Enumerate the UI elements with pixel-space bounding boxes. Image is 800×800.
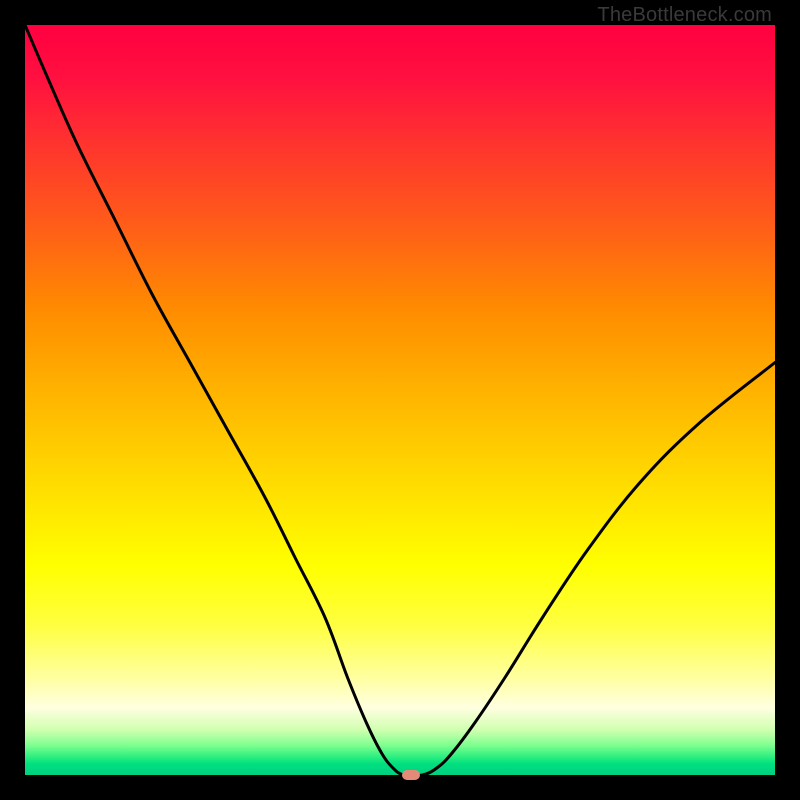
bottleneck-curve: [25, 25, 775, 775]
chart-frame: TheBottleneck.com: [0, 0, 800, 800]
watermark-text: TheBottleneck.com: [597, 4, 772, 27]
minimum-marker: [402, 770, 420, 780]
plot-area: [25, 25, 775, 775]
